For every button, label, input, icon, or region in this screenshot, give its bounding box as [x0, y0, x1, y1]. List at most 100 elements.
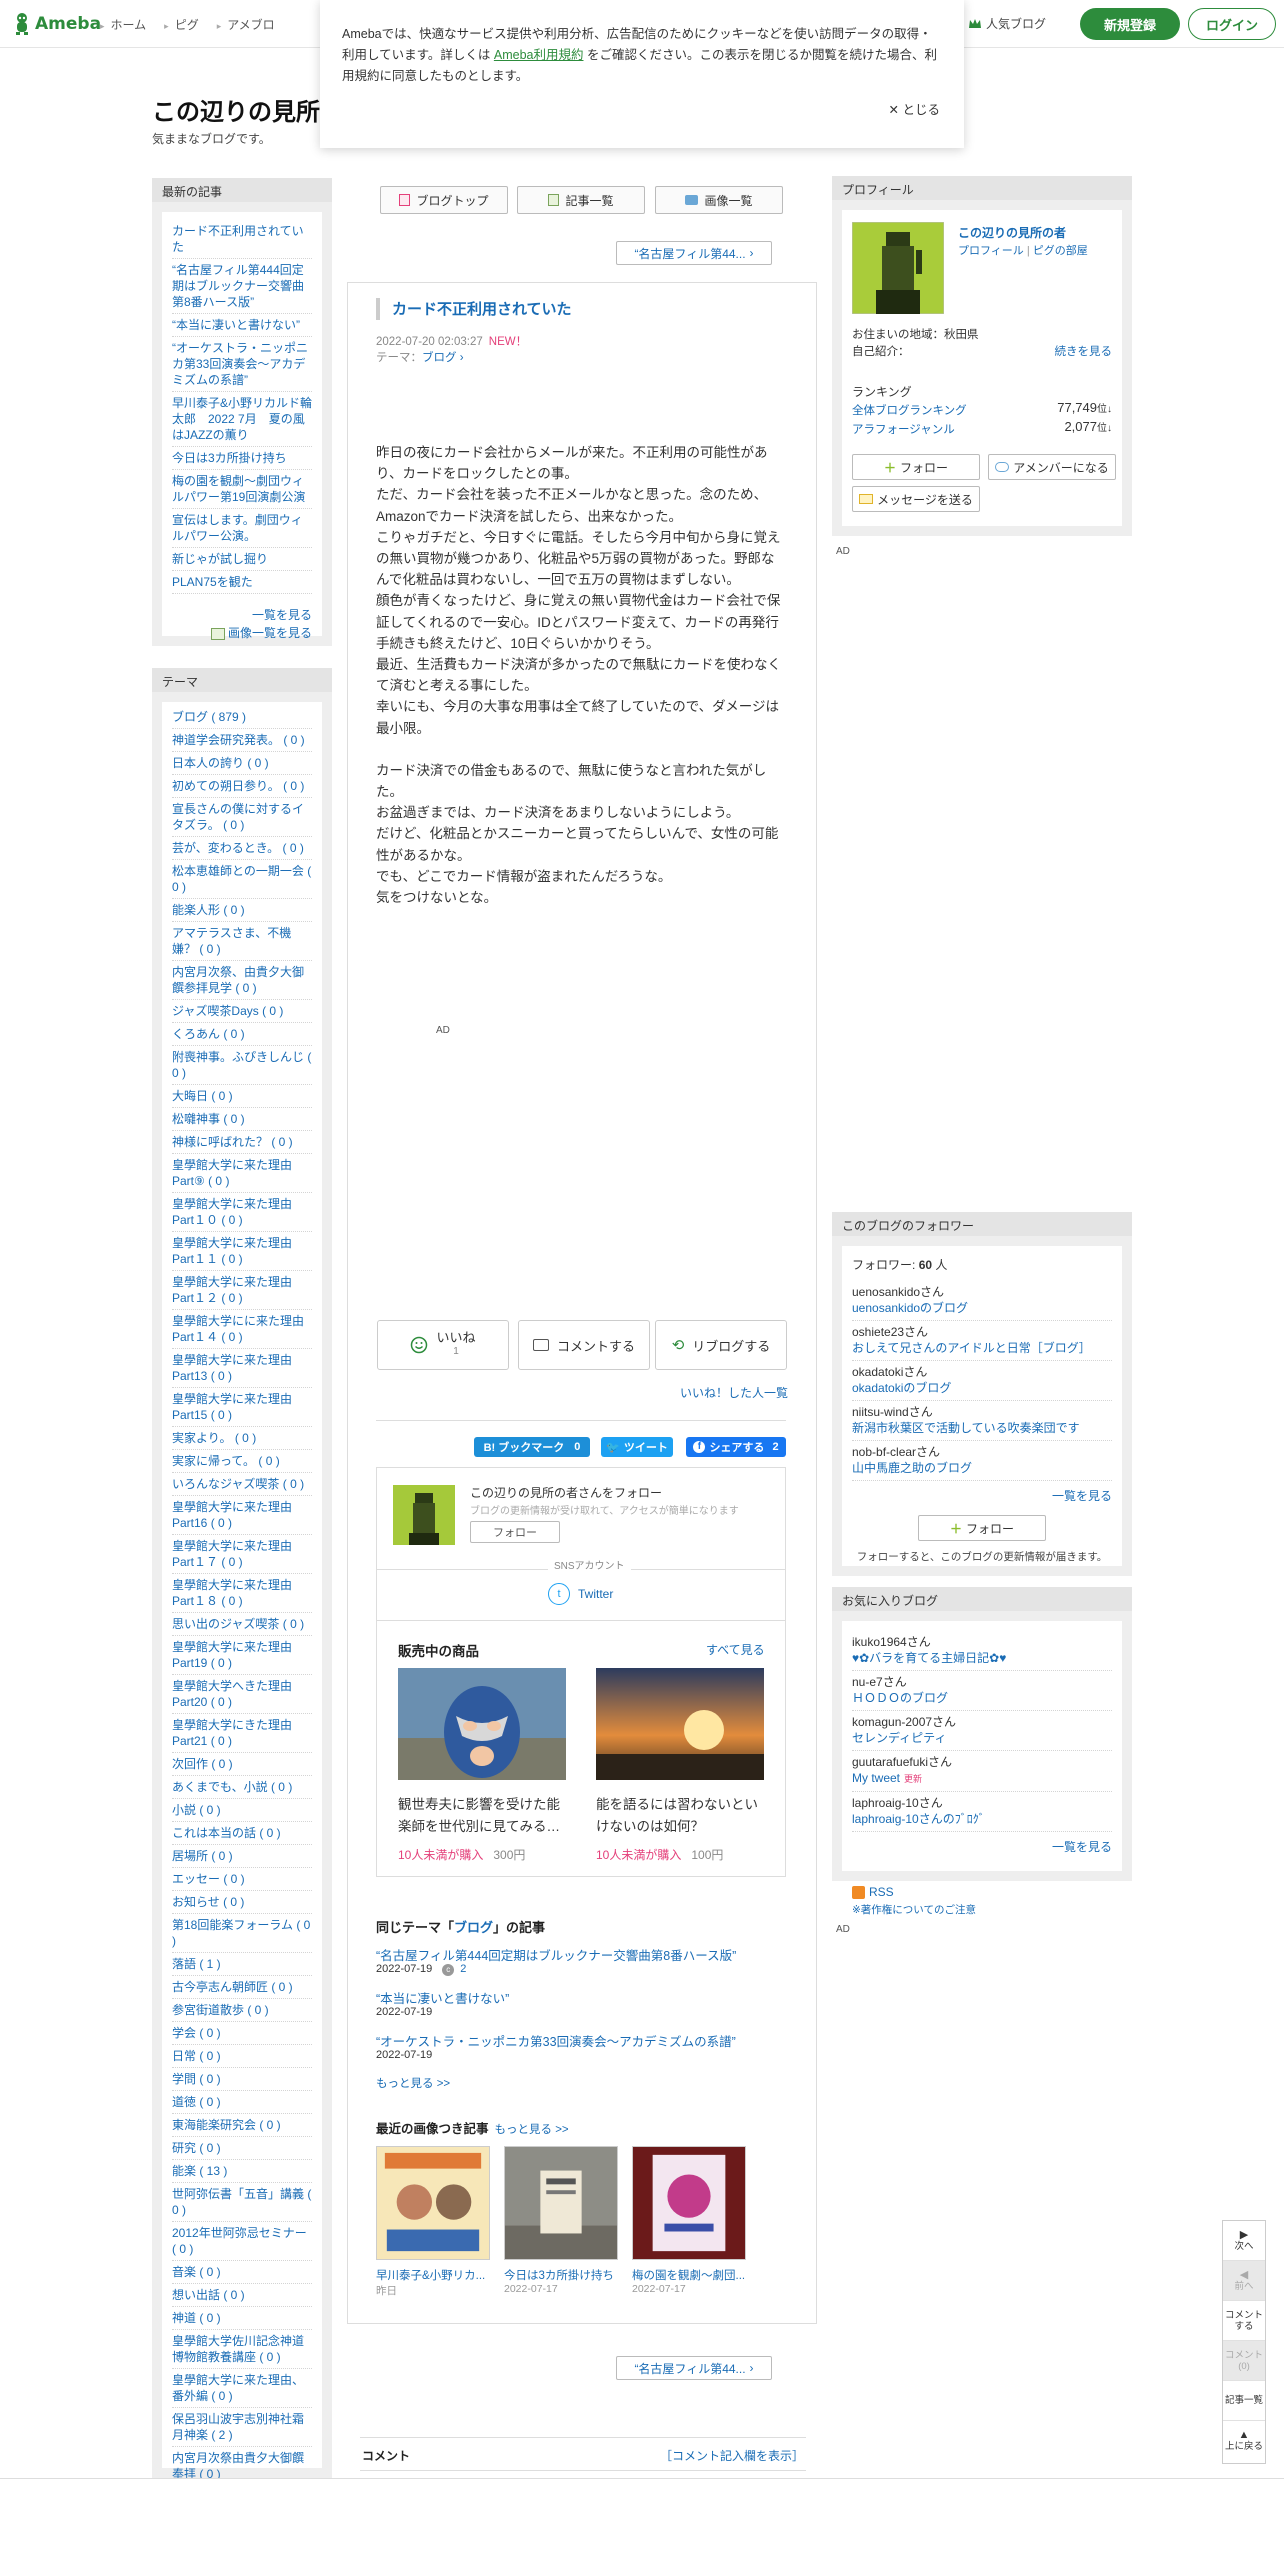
theme-item[interactable]: 芸が、変わるとき。 ( 0 ) — [172, 837, 312, 860]
recent-item[interactable]: “本当に凄いと書けない” — [172, 314, 312, 337]
recent-item[interactable]: “オーケストラ・ニッポニカ第33回演奏会〜アカデミズムの系譜” — [172, 337, 312, 392]
theme-item[interactable]: 道徳 ( 0 ) — [172, 2091, 312, 2114]
profile-follow-button[interactable]: ＋ フォロー — [852, 454, 980, 480]
theme-item[interactable]: 第18回能楽フォーラム ( 0 ) — [172, 1914, 312, 1953]
theme-item[interactable]: 皇學館大学にに来た理由Part１４ ( 0 ) — [172, 1310, 312, 1349]
theme-item[interactable]: 皇學館大学に来た理由Part１０ ( 0 ) — [172, 1193, 312, 1232]
product-image-sunset[interactable] — [596, 1668, 764, 1780]
comment-button[interactable]: コメントする — [518, 1320, 650, 1370]
ameba-logo[interactable]: Ameba — [12, 11, 101, 37]
blog-title[interactable]: この辺りの見所 — [152, 92, 320, 127]
theme-item[interactable]: 居場所 ( 0 ) — [172, 1845, 312, 1868]
theme-item[interactable]: 学会 ( 0 ) — [172, 2022, 312, 2045]
favorite-blog-link[interactable]: ♥✿バラを育てる主婦日記✿♥ — [852, 1650, 1112, 1666]
theme-item[interactable]: 参宮街道散歩 ( 0 ) — [172, 1999, 312, 2022]
reblog-button[interactable]: ⟲ リブログする — [655, 1320, 787, 1370]
theme-item[interactable]: 2012年世阿弥忌セミナー ( 0 ) — [172, 2222, 312, 2261]
theme-item[interactable]: 古今亭志ん朝師匠 ( 0 ) — [172, 1976, 312, 1999]
theme-item[interactable]: エッセー ( 0 ) — [172, 1868, 312, 1891]
theme-item[interactable]: 皇學館大学佐川記念神道博物館教養講座 ( 0 ) — [172, 2330, 312, 2369]
theme-item[interactable]: 宣長さんの僕に対するイタズラ。 ( 0 ) — [172, 798, 312, 837]
theme-item[interactable]: 皇學館大学に来た理由Part⑨ ( 0 ) — [172, 1154, 312, 1193]
theme-item[interactable]: 研究 ( 0 ) — [172, 2137, 312, 2160]
theme-item[interactable]: 皇學館大学へきた理由Part20 ( 0 ) — [172, 1675, 312, 1714]
float-next-button[interactable]: ▶ 次へ — [1223, 2221, 1265, 2261]
theme-item[interactable]: 松本恵雄師との一期一会 ( 0 ) — [172, 860, 312, 899]
recent-item[interactable]: 宣伝はします。劇団ウィルパワー公演。 — [172, 509, 312, 548]
recent-item[interactable]: 早川泰子&小野リカルド輪太郎 2022 7月 夏の風はJAZZの薫り — [172, 392, 312, 447]
follow-card-follow-button[interactable]: フォロー — [470, 1521, 560, 1543]
theme-item[interactable]: 皇學館大学に来た理由Part１１ ( 0 ) — [172, 1232, 312, 1271]
theme-item[interactable]: くろあん ( 0 ) — [172, 1023, 312, 1046]
theme-item[interactable]: 皇學館大学に来た理由Part１２ ( 0 ) — [172, 1271, 312, 1310]
comment-toggle-link[interactable]: ［コメント記入欄を表示］ — [660, 2447, 804, 2464]
theme-item[interactable]: 音楽 ( 0 ) — [172, 2261, 312, 2284]
rank-all-link[interactable]: 全体ブログランキング — [852, 402, 967, 418]
theme-item[interactable]: 皇學館大学に来た理由Part19 ( 0 ) — [172, 1636, 312, 1675]
rss-link[interactable]: RSS — [852, 1885, 894, 1899]
recent-images-more-link[interactable]: もっと見る >> — [495, 2124, 569, 2136]
theme-item[interactable]: 落語 ( 1 ) — [172, 1953, 312, 1976]
theme-item[interactable]: ジャズ喫茶Days ( 0 ) — [172, 1000, 312, 1023]
iine-users-link[interactable]: いいね！した人一覧 — [680, 1384, 788, 1401]
profile-link[interactable]: プロフィール — [958, 245, 1024, 257]
twitter-link[interactable]: t Twitter — [548, 1583, 613, 1605]
theme-item[interactable]: 神様に呼ばれた？ ( 0 ) — [172, 1131, 312, 1154]
nav-ameblo[interactable]: アメブロ — [217, 16, 274, 33]
theme-item[interactable]: 皇學館大学に来た理由Part１８ ( 0 ) — [172, 1574, 312, 1613]
same-theme-item[interactable]: “オーケストラ・ニッポニカ第33回演奏会〜アカデミズムの系譜” — [376, 2031, 736, 2050]
theme-item[interactable]: 思い出のジャズ喫茶 ( 0 ) — [172, 1613, 312, 1636]
recent-more-link[interactable]: 一覧を見る — [172, 606, 312, 624]
favorite-blog-link[interactable]: ＨＯＤＯのブログ — [852, 1690, 1112, 1706]
author-avatar[interactable] — [393, 1485, 455, 1545]
next-article-pager-top[interactable]: “名古屋フィル第44... › — [616, 241, 772, 265]
product-image-mask[interactable] — [398, 1668, 566, 1780]
terms-link[interactable]: Ameba利用規約 — [494, 48, 584, 62]
copyright-note-link[interactable]: ※著作権についてのご注意 — [852, 1902, 976, 1917]
theme-item[interactable]: 小説 ( 0 ) — [172, 1799, 312, 1822]
theme-item[interactable]: 皇學館大学に来た理由、番外編 ( 0 ) — [172, 2369, 312, 2408]
float-comment-count[interactable]: コメント(0) — [1223, 2341, 1265, 2381]
theme-item[interactable]: 保呂羽山波宇志別神社霜月神楽 ( 2 ) — [172, 2408, 312, 2447]
followers-follow-button[interactable]: ＋ フォロー — [918, 1515, 1046, 1541]
product-title[interactable]: 観世寿夫に影響を受けた能楽師を世代別に見てみる… — [398, 1794, 568, 1838]
theme-item[interactable]: 学問 ( 0 ) — [172, 2068, 312, 2091]
theme-item[interactable]: 松囃神事 ( 0 ) — [172, 1108, 312, 1131]
theme-item[interactable]: 次回作 ( 0 ) — [172, 1753, 312, 1776]
same-theme-item[interactable]: “名古屋フィル第444回定期はブルックナー交響曲第8番ハース版” — [376, 1945, 736, 1964]
rank-genre-link[interactable]: アラフォージャンル — [852, 421, 955, 437]
article-title[interactable]: カード不正利用されていた — [376, 298, 572, 320]
favorites-more-link[interactable]: 一覧を見る — [852, 1838, 1112, 1856]
tweet-button[interactable]: 🐦 ツイート — [601, 1437, 673, 1457]
theme-item[interactable]: 神道 ( 0 ) — [172, 2307, 312, 2330]
theme-item[interactable]: お知らせ ( 0 ) — [172, 1891, 312, 1914]
theme-item[interactable]: あくまでも、小説 ( 0 ) — [172, 1776, 312, 1799]
theme-item[interactable]: 神道学会研究発表。 ( 0 ) — [172, 729, 312, 752]
recent-item[interactable]: PLAN75を観た — [172, 571, 312, 594]
recent-item[interactable]: 今日は3カ所掛け持ち — [172, 447, 312, 470]
theme-item[interactable]: 日常 ( 0 ) — [172, 2045, 312, 2068]
favorite-blog-link[interactable]: セレンディピティ — [852, 1730, 1112, 1746]
theme-item[interactable]: 能楽人形 ( 0 ) — [172, 899, 312, 922]
cookie-close-button[interactable]: ✕ とじる — [889, 100, 940, 121]
theme-item[interactable]: 想い出話 ( 0 ) — [172, 2284, 312, 2307]
theme-item[interactable]: 皇學館大学にきた理由Part21 ( 0 ) — [172, 1714, 312, 1753]
tab-blog-top[interactable]: ブログトップ — [380, 186, 508, 214]
favorite-blog-link[interactable]: laphroaig-10さんのﾌﾞﾛｸﾞ — [852, 1811, 1112, 1827]
image-list-link[interactable]: 画像一覧を見る — [172, 624, 312, 642]
shop-all-link[interactable]: すべて見る — [706, 1641, 765, 1658]
float-comment-button[interactable]: コメントする — [1223, 2301, 1265, 2341]
follower-blog-link[interactable]: おしえて兄さんのアイドルと日常［ブログ］ — [852, 1340, 1112, 1356]
profile-name[interactable]: この辺りの見所の者 — [958, 224, 1066, 241]
same-theme-more-link[interactable]: もっと見る >> — [376, 2075, 450, 2091]
iine-button[interactable]: いいね 1 — [377, 1320, 509, 1370]
recent-item[interactable]: “名古屋フィル第444回定期はブルックナー交響曲第8番ハース版” — [172, 259, 312, 314]
nav-home[interactable]: ホーム — [100, 16, 147, 33]
signup-button[interactable]: 新規登録 — [1080, 8, 1180, 40]
same-theme-link[interactable]: ブログ — [454, 1920, 493, 1935]
follower-blog-link[interactable]: okadatokiのブログ — [852, 1380, 1112, 1396]
recent-item[interactable]: 梅の園を観劇〜劇団ウィルパワー第19回演劇公演 — [172, 470, 312, 509]
theme-item[interactable]: 内宮月次祭由貴夕大御饌奉拝 ( 0 ) — [172, 2447, 312, 2478]
tab-image-list[interactable]: 画像一覧 — [655, 186, 783, 214]
theme-item[interactable]: これは本当の話 ( 0 ) — [172, 1822, 312, 1845]
